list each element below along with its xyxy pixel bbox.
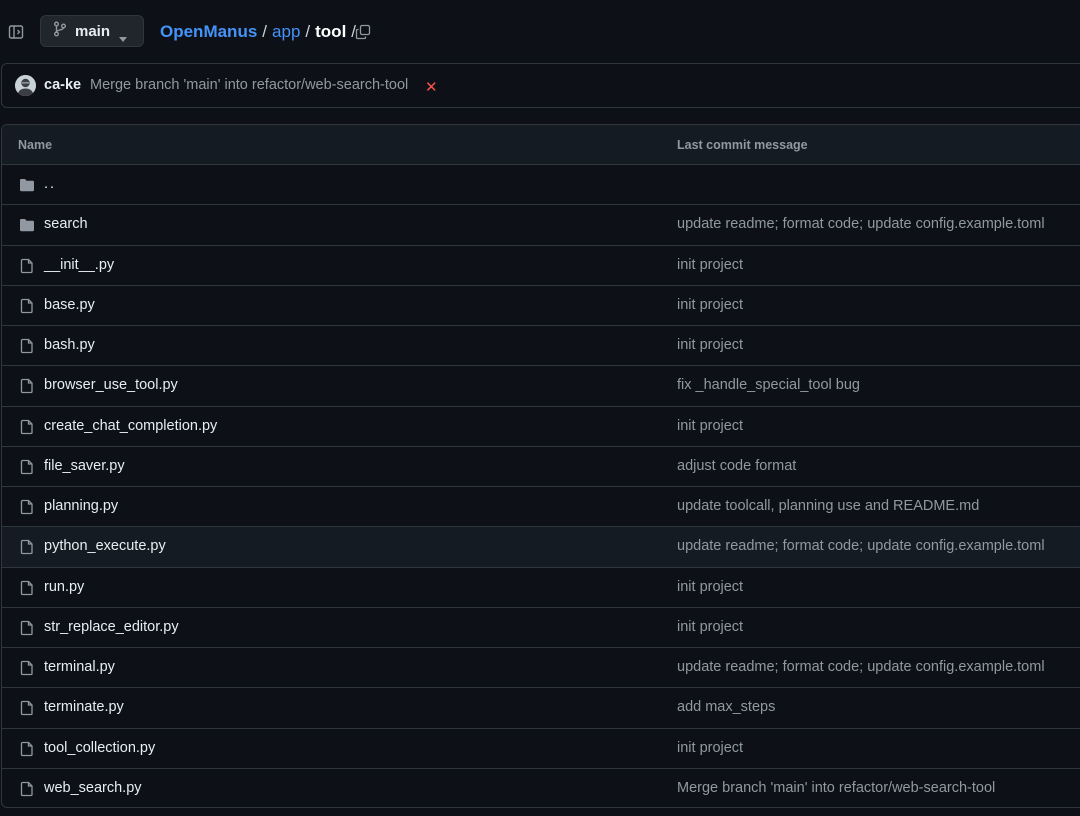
commit-message-link[interactable]: init project — [677, 337, 743, 353]
file-list: .. search update readme; format code; upda… — [2, 165, 1080, 807]
folder-icon — [18, 176, 36, 194]
git-branch-icon — [53, 21, 67, 42]
commit-message-link[interactable]: update readme; format code; update confi… — [677, 216, 1045, 232]
table-row[interactable]: planning.py update toolcall, planning use… — [2, 487, 1080, 528]
file-name-link[interactable]: create_chat_completion.py — [44, 418, 217, 434]
file-icon — [18, 619, 36, 637]
file-name-link[interactable]: planning.py — [44, 498, 118, 514]
file-name-link[interactable]: terminate.py — [44, 699, 124, 715]
commit-message-link[interactable]: update readme; format code; update confi… — [677, 538, 1045, 554]
table-row[interactable]: terminate.py add max_steps — [2, 688, 1080, 729]
commit-message-link[interactable]: init project — [677, 579, 743, 595]
table-row[interactable]: file_saver.py adjust code format — [2, 447, 1080, 487]
file-name-link[interactable]: base.py — [44, 297, 95, 313]
table-row[interactable]: search update readme; format code; update… — [2, 205, 1080, 246]
table-row[interactable]: browser_use_tool.py fix _handle_special_t… — [2, 366, 1080, 407]
table-row[interactable]: str_replace_editor.py init project — [2, 608, 1080, 648]
table-row[interactable]: tool_collection.py init project — [2, 729, 1080, 769]
commit-message-link[interactable]: adjust code format — [677, 458, 796, 474]
table-row[interactable]: create_chat_completion.py init project — [2, 407, 1080, 447]
table-row[interactable]: run.py init project — [2, 568, 1080, 608]
table-row[interactable]: bash.py init project — [2, 326, 1080, 367]
file-name-link[interactable]: search — [44, 216, 88, 232]
breadcrumb-separator: / — [305, 22, 311, 41]
commit-message-link[interactable]: init project — [677, 297, 743, 313]
commit-message-link[interactable]: init project — [677, 257, 743, 273]
table-row[interactable]: .. — [2, 165, 1080, 206]
file-name-link[interactable]: bash.py — [44, 337, 95, 353]
commit-message-link[interactable]: init project — [677, 740, 743, 756]
commit-message-link[interactable]: update toolcall, planning use and README… — [677, 498, 979, 514]
parent-directory-link[interactable]: .. — [44, 176, 56, 192]
file-icon — [18, 579, 36, 597]
breadcrumb-repo-link[interactable]: OpenManus — [160, 22, 257, 42]
table-row[interactable]: web_search.py Merge branch 'main' into re… — [2, 769, 1080, 807]
file-icon — [18, 257, 36, 275]
file-name-link[interactable]: terminal.py — [44, 659, 115, 675]
folder-icon — [18, 216, 36, 234]
file-name-link[interactable]: web_search.py — [44, 780, 142, 796]
avatar[interactable] — [15, 75, 36, 96]
commit-message-link[interactable]: update readme; format code; update confi… — [677, 659, 1045, 675]
file-icon — [18, 659, 36, 677]
breadcrumb: OpenManus / app / tool / — [160, 21, 361, 43]
commit-message-link[interactable]: Merge branch 'main' into refactor/web-se… — [677, 780, 995, 796]
file-icon — [18, 498, 36, 516]
file-icon — [18, 337, 36, 355]
file-icon — [18, 418, 36, 436]
breadcrumb-folder-link[interactable]: app — [272, 22, 300, 42]
file-name-link[interactable]: file_saver.py — [44, 458, 125, 474]
commit-message-link[interactable]: init project — [677, 619, 743, 635]
file-name-link[interactable]: tool_collection.py — [44, 740, 155, 756]
table-header: Name Last commit message — [2, 125, 1080, 165]
file-name-link[interactable]: __init__.py — [44, 257, 114, 273]
commit-author[interactable]: ca-ke — [44, 77, 81, 93]
file-icon — [18, 699, 36, 717]
file-name-link[interactable]: run.py — [44, 579, 84, 595]
file-table: Name Last commit message .. search update … — [1, 124, 1080, 808]
column-header-name: Name — [18, 138, 53, 152]
commit-status-failed-icon[interactable]: ✕ — [425, 78, 438, 96]
file-icon — [18, 297, 36, 315]
top-bar: main OpenManus / app / tool / — [0, 0, 1080, 63]
file-icon — [18, 740, 36, 758]
commit-message-link[interactable]: add max_steps — [677, 699, 775, 715]
file-name-link[interactable]: python_execute.py — [44, 538, 166, 554]
branch-name: main — [75, 22, 111, 40]
breadcrumb-separator: / — [262, 22, 268, 41]
column-header-message: Last commit message — [677, 138, 808, 152]
commit-message-link[interactable]: init project — [677, 418, 743, 434]
breadcrumb-current: tool — [315, 22, 347, 41]
table-row[interactable]: terminal.py update readme; format code; u… — [2, 648, 1080, 689]
file-icon — [18, 458, 36, 476]
chevron-down-icon — [119, 29, 127, 47]
table-row[interactable]: base.py init project — [2, 286, 1080, 326]
commit-message[interactable]: Merge branch 'main' into refactor/web-se… — [90, 77, 408, 93]
commit-message-link[interactable]: fix _handle_special_tool bug — [677, 377, 860, 393]
copy-path-icon[interactable] — [353, 22, 373, 42]
file-name-link[interactable]: browser_use_tool.py — [44, 377, 178, 393]
sidebar-toggle-icon[interactable] — [7, 23, 25, 41]
file-icon — [18, 780, 36, 798]
latest-commit-bar: ca-ke Merge branch 'main' into refactor/… — [1, 63, 1080, 108]
table-row[interactable]: __init__.py init project — [2, 246, 1080, 286]
file-name-link[interactable]: str_replace_editor.py — [44, 619, 179, 635]
file-icon — [18, 538, 36, 556]
table-row[interactable]: python_execute.py update readme; format c… — [2, 527, 1080, 568]
file-icon — [18, 377, 36, 395]
branch-selector-button[interactable]: main — [40, 15, 144, 47]
